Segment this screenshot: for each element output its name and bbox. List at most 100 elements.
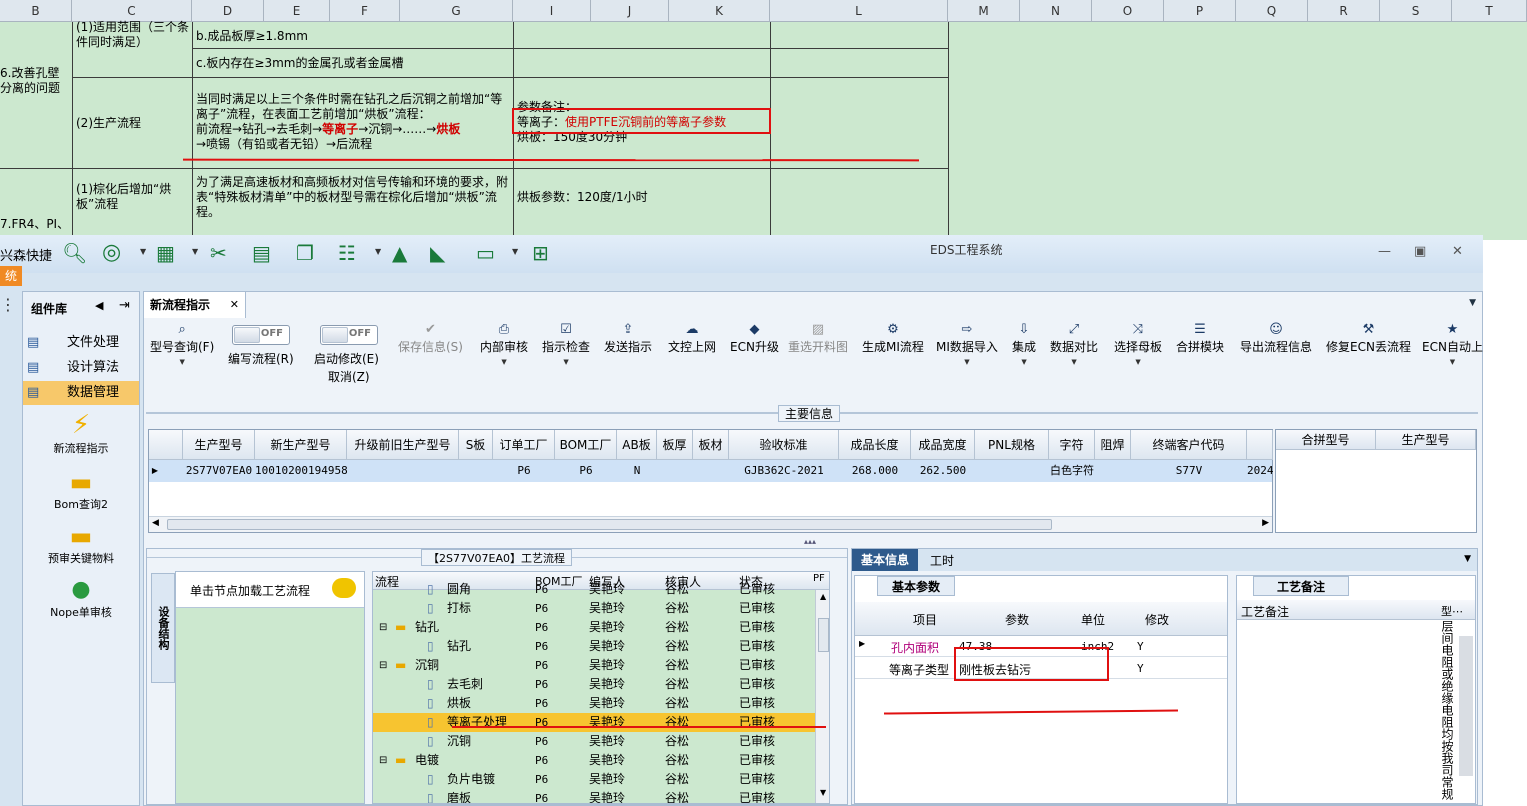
check-instruction-button[interactable]: ☑ 指示检查 ▼ [542, 322, 590, 368]
vertical-scrollbar[interactable] [1459, 636, 1473, 776]
col-header[interactable]: 工艺备注 [1241, 603, 1289, 620]
tree-row[interactable]: ▯ 负片电镀 P6 吴艳玲 谷松 已审核 [373, 770, 829, 789]
close-icon[interactable]: ✕ [230, 292, 239, 318]
col-header[interactable]: 生产型号 [1376, 430, 1476, 450]
merge-module-button[interactable]: ☰ 合拼模块 [1176, 322, 1224, 356]
cell-new-model[interactable]: 10010200194958 [255, 460, 347, 482]
doc-online-button[interactable]: ☁ 文控上网 [668, 322, 716, 356]
internal-review-button[interactable]: ⎙ 内部审核 ▼ [480, 322, 528, 368]
param-edit[interactable]: Y [1137, 640, 1144, 653]
sidebar-item-algo[interactable]: ▤ 设计算法 [23, 356, 139, 380]
col-header-d[interactable]: D [192, 0, 264, 22]
tree-row[interactable]: ▯ 烘板 P6 吴艳玲 谷松 已审核 [373, 694, 829, 713]
cell-scope-label[interactable]: (1)适用范围（三个条件同时满足） [76, 20, 190, 50]
cell-item-6[interactable]: 6.改善孔壁分离的问题 [0, 66, 70, 96]
scroll-thumb[interactable] [818, 618, 829, 652]
collapse-icon[interactable]: ⊟ [379, 656, 387, 675]
collapse-icon[interactable]: ⊟ [379, 618, 387, 637]
col-header[interactable]: 板厚 [657, 430, 693, 460]
col-header-k[interactable]: K [669, 0, 770, 22]
ecn-auto-button[interactable]: ★ ECN自动上 ▼ [1422, 322, 1483, 368]
write-flow-toggle[interactable]: OFF [232, 325, 290, 345]
user-icon[interactable]: ▲ [392, 241, 407, 265]
collapse-icon[interactable]: ◀ [95, 299, 103, 312]
splitter-handle[interactable]: ▴▴▴ [804, 537, 816, 546]
cell-customer[interactable]: S77V [1131, 460, 1247, 482]
scroll-up-icon[interactable]: ▲ [820, 592, 826, 601]
main-info-grid[interactable]: 生产型号 新生产型号 升级前旧生产型号 S板 订单工厂 BOM工厂 AB板 板厚… [148, 429, 1273, 533]
tab-basic-info[interactable]: 基本信息 [852, 549, 918, 571]
cell-ab-board[interactable]: N [617, 460, 657, 482]
col-header-g[interactable]: G [400, 0, 513, 22]
col-header-i[interactable]: I [513, 0, 591, 22]
cell-item-7[interactable]: 7.FR4、PI、 [0, 217, 69, 232]
model-query-button[interactable]: ⌕ 型号查询(F) ▼ [150, 322, 214, 368]
tree-row[interactable]: ⊟ ▬ 电镀 P6 吴艳玲 谷松 已审核 [373, 751, 829, 770]
col-header[interactable]: 订单工厂 [493, 430, 555, 460]
load-hint-bar[interactable]: 单击节点加载工艺流程 [176, 572, 364, 608]
cell-order-factory[interactable]: P6 [493, 460, 555, 482]
film-icon[interactable]: ▤ [252, 241, 271, 265]
tree-row[interactable]: ▯ 磨板 P6 吴艳玲 谷松 已审核 [373, 789, 829, 803]
nav-prereview[interactable]: ▬ 预审关键物料 [23, 522, 139, 566]
col-header-o[interactable]: O [1092, 0, 1164, 22]
windows-icon[interactable]: ⊞ [532, 241, 549, 265]
device-structure-tab[interactable]: 设备结构 [151, 573, 175, 683]
chevron-down-icon[interactable]: ▼ [1464, 554, 1471, 564]
select-mother-board-button[interactable]: ⤨ 选择母板 ▼ [1114, 322, 1162, 368]
restore-icon[interactable]: ▣ [1414, 244, 1426, 259]
cell-bake-after-brown[interactable]: (1)棕化后增加“烘板”流程 [76, 182, 190, 212]
cell-bake-param[interactable]: 烘板参数：120度/1小时 [517, 190, 648, 205]
pin-icon[interactable]: ⇥ [119, 298, 130, 313]
tab-new-flow[interactable]: 新流程指示 ✕ [144, 292, 246, 318]
col-header-l[interactable]: L [770, 0, 948, 22]
col-header-q[interactable]: Q [1236, 0, 1308, 22]
cell-char[interactable]: 白色字符 [1049, 460, 1095, 482]
nav-new-flow[interactable]: ⚡︎ 新流程指示 [23, 410, 139, 456]
param-item[interactable]: 等离子类型 [889, 661, 949, 678]
tree-row[interactable]: ⊟ ▬ 沉铜 P6 吴艳玲 谷松 已审核 [373, 656, 829, 675]
cancel-label[interactable]: 取消(Z) [328, 368, 370, 386]
nav-bom-query[interactable]: ▬ Bom查询2 [23, 468, 139, 512]
table-row[interactable]: ▶ 2S77V07EA0 10010200194958 P6 P6 N GJB3… [149, 460, 1273, 482]
param-item[interactable]: 孔内面积 [891, 639, 939, 656]
col-header[interactable]: 合拼型号 [1276, 430, 1376, 450]
col-header[interactable]: 字符 [1049, 430, 1095, 460]
send-instruction-button[interactable]: ⇪ 发送指示 [604, 322, 652, 356]
cell-width[interactable]: 262.500 [911, 460, 975, 482]
generate-mi-button[interactable]: ⚙ 生成MI流程 [862, 322, 924, 356]
col-header[interactable]: 板材 [693, 430, 729, 460]
col-header-r[interactable]: R [1308, 0, 1380, 22]
cell-model[interactable]: 2S77V07EA0 [183, 460, 255, 482]
cell-production-flow-label[interactable]: (2)生产流程 [76, 116, 141, 131]
col-header[interactable]: AB板 [617, 430, 657, 460]
process-tree[interactable]: 流程 BOM工厂 编写人 核审人 状态 PF ▯ 圆角 P6 吴艳玲 谷松 已审核 ▯ 打标 P… [372, 571, 830, 804]
cell-standard[interactable]: GJB362C-2021 [729, 460, 839, 482]
chevron-down-icon[interactable]: ▼ [512, 247, 518, 256]
nav-nope-review[interactable]: ● Nope单审核 [23, 576, 139, 620]
integrate-button[interactable]: ⇩ 集成 ▼ [1012, 322, 1036, 368]
col-header[interactable]: 验收标准 [729, 430, 839, 460]
save-info-button[interactable]: ✔ 保存信息(S) [398, 322, 463, 356]
chevron-down-icon[interactable]: ▼ [140, 247, 146, 256]
laptop-icon[interactable]: ▭ [476, 241, 495, 265]
col-header-e[interactable]: E [264, 0, 330, 22]
col-header-n[interactable]: N [1020, 0, 1092, 22]
cell-material[interactable] [693, 460, 729, 482]
col-header[interactable]: 新生产型号 [255, 430, 347, 460]
col-header[interactable]: 项目 [913, 611, 937, 628]
tree-row[interactable]: ▯ 圆角 P6 吴艳玲 谷松 已审核 [373, 580, 829, 599]
minimize-icon[interactable]: — [1378, 244, 1391, 259]
cell-old-model[interactable] [347, 460, 459, 482]
cell-solder[interactable] [1095, 460, 1131, 482]
ecn-upgrade-button[interactable]: ◆ ECN升级 [730, 322, 779, 356]
cell-bom-factory[interactable]: P6 [555, 460, 617, 482]
mi-import-button[interactable]: ⇨ MI数据导入 ▼ [936, 322, 998, 368]
col-header[interactable]: 单位 [1081, 611, 1105, 628]
col-header[interactable]: 成品宽度 [911, 430, 975, 460]
chevron-down-icon[interactable]: ▼ [192, 247, 198, 256]
col-header[interactable]: 阻焊 [1095, 430, 1131, 460]
table-icon[interactable]: ▦ [156, 241, 175, 265]
cell-thickness[interactable] [657, 460, 693, 482]
tree-row[interactable]: ▯ 沉铜 P6 吴艳玲 谷松 已审核 [373, 732, 829, 751]
